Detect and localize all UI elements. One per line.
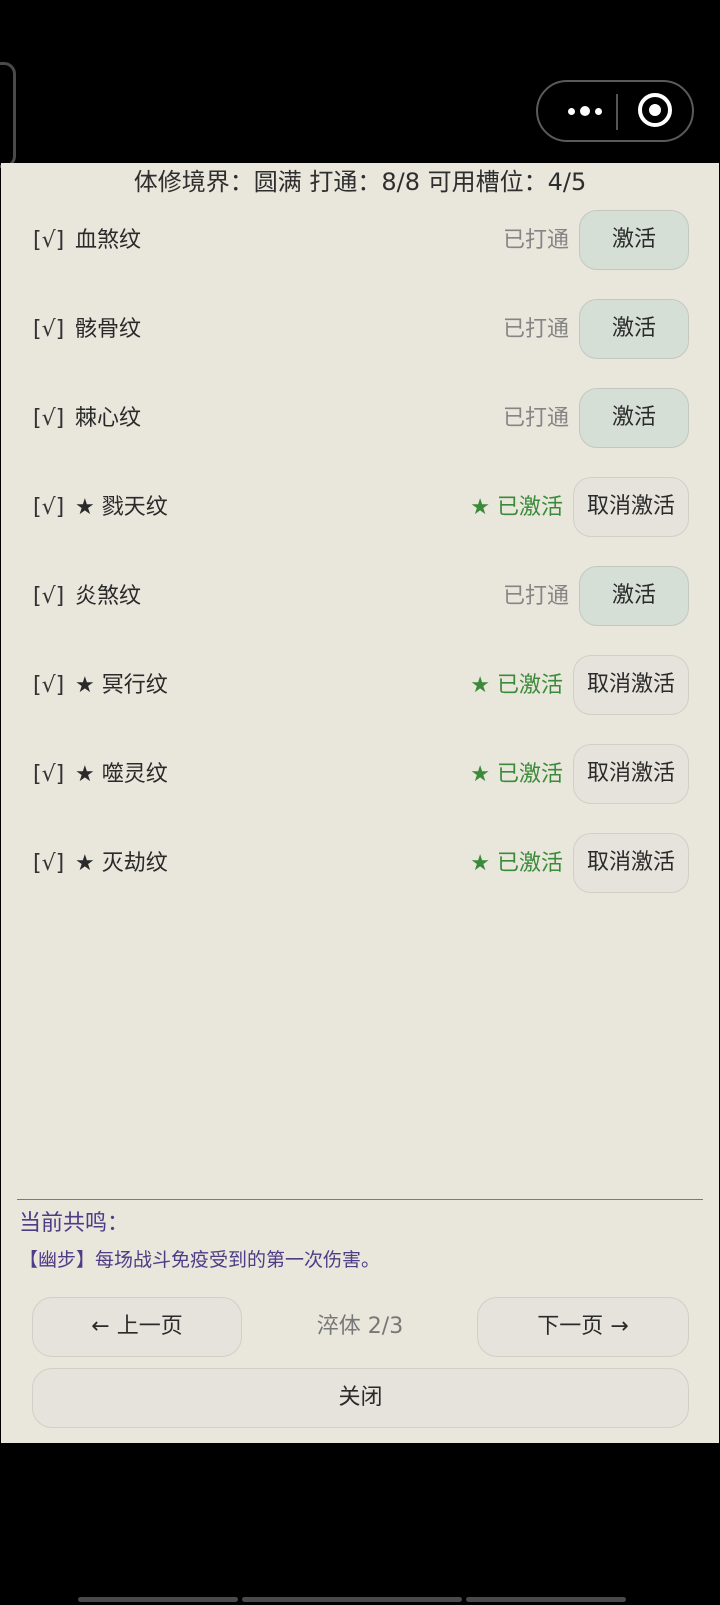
pattern-name-text: 血煞纹 (75, 228, 142, 253)
active-star-icon: ★ (75, 851, 102, 876)
pattern-status: 已打通 (502, 406, 569, 431)
capsule-divider (616, 94, 618, 130)
pattern-name: ★ 灭劫纹 (75, 849, 168, 879)
pattern-name-text: 炎煞纹 (75, 584, 142, 609)
activate-button[interactable]: 激活 (579, 566, 689, 626)
pattern-row: [√] ★ 噬灵纹 ★ 已激活 取消激活 (1, 744, 719, 806)
active-star-icon: ★ (75, 762, 102, 787)
pattern-name: ★ 噬灵纹 (75, 760, 168, 790)
deactivate-button[interactable]: 取消激活 (573, 833, 689, 893)
pattern-name: ★ 冥行纹 (75, 671, 168, 701)
active-star-icon: ★ (75, 495, 102, 520)
pattern-name-text: 噬灵纹 (101, 762, 168, 787)
realm-label: 体修境界： (133, 168, 254, 196)
pattern-row: [√] ★ 戮天纹 ★ 已激活 取消激活 (1, 477, 719, 539)
open-label: 打通： (309, 168, 382, 196)
opened-check-mark: [√] (33, 317, 65, 342)
slot-value: 4/5 (547, 168, 587, 196)
opened-check-mark: [√] (33, 762, 65, 787)
pattern-name-text: 骸骨纹 (75, 317, 142, 342)
screen: 体修境界：圆满 打通：8/8 可用槽位：4/5 [√] 血煞纹 已打通 激活 [√] 骸骨… (0, 0, 720, 1605)
opened-check-mark: [√] (33, 851, 65, 876)
pattern-status: 已打通 (502, 317, 569, 342)
pattern-status: ★ 已激活 (470, 495, 563, 520)
pattern-name-text: 冥行纹 (101, 673, 168, 698)
opened-check-mark: [√] (33, 584, 65, 609)
pattern-row: [√] 骸骨纹 已打通 激活 (1, 299, 719, 361)
close-button[interactable]: 关闭 (32, 1368, 689, 1428)
pattern-status: ★ 已激活 (470, 851, 563, 876)
pattern-name: 炎煞纹 (75, 582, 141, 612)
pattern-row: [√] 棘心纹 已打通 激活 (1, 388, 719, 450)
activate-button[interactable]: 激活 (579, 299, 689, 359)
active-star-icon: ★ (75, 673, 102, 698)
pattern-status: ★ 已激活 (470, 673, 563, 698)
pattern-name-text: 棘心纹 (75, 406, 142, 431)
pattern-name: 骸骨纹 (75, 315, 141, 345)
prev-page-button[interactable]: ← 上一页 (32, 1297, 242, 1357)
pattern-row: [√] 血煞纹 已打通 激活 (1, 210, 719, 272)
opened-check-mark: [√] (33, 406, 65, 431)
home-indicator-segment (466, 1597, 626, 1602)
more-icon[interactable] (556, 82, 614, 140)
pattern-name-text: 灭劫纹 (101, 851, 168, 876)
pattern-status: 已打通 (502, 228, 569, 253)
pattern-row: [√] ★ 冥行纹 ★ 已激活 取消激活 (1, 655, 719, 717)
opened-check-mark: [√] (33, 673, 65, 698)
pattern-name: ★ 戮天纹 (75, 493, 168, 523)
home-indicator-segment (242, 1597, 462, 1602)
mini-program-capsule (536, 80, 694, 142)
page-indicator: 淬体 2/3 (316, 1314, 404, 1339)
resonance-label: 当前共鸣： (19, 1211, 130, 1236)
opened-check-mark: [√] (33, 495, 65, 520)
deactivate-button[interactable]: 取消激活 (573, 655, 689, 715)
deactivate-button[interactable]: 取消激活 (573, 477, 689, 537)
deactivate-button[interactable]: 取消激活 (573, 744, 689, 804)
pattern-row: [√] 炎煞纹 已打通 激活 (1, 566, 719, 628)
activate-button[interactable]: 激活 (579, 388, 689, 448)
pattern-status: ★ 已激活 (470, 762, 563, 787)
pattern-name: 血煞纹 (75, 226, 141, 256)
resonance-description: 【幽步】每场战斗免疫受到的第一次伤害。 (19, 1249, 381, 1271)
pattern-name-text: 戮天纹 (101, 495, 168, 520)
next-page-button[interactable]: 下一页 → (477, 1297, 689, 1357)
open-value: 8/8 (381, 168, 420, 196)
pattern-panel: 体修境界：圆满 打通：8/8 可用槽位：4/5 [√] 血煞纹 已打通 激活 [√] 骸骨… (1, 163, 719, 1443)
divider (17, 1199, 703, 1200)
slot-label: 可用槽位： (427, 168, 548, 196)
page-header: 体修境界：圆满 打通：8/8 可用槽位：4/5 (1, 163, 719, 201)
realm-value: 圆满 (253, 168, 302, 196)
home-indicator-segment (78, 1597, 238, 1602)
pattern-name: 棘心纹 (75, 404, 141, 434)
activate-button[interactable]: 激活 (579, 210, 689, 270)
pattern-row: [√] ★ 灭劫纹 ★ 已激活 取消激活 (1, 833, 719, 895)
camera-notch (0, 62, 16, 168)
pattern-status: 已打通 (502, 584, 569, 609)
close-circle-icon[interactable] (638, 93, 672, 127)
opened-check-mark: [√] (33, 228, 65, 253)
